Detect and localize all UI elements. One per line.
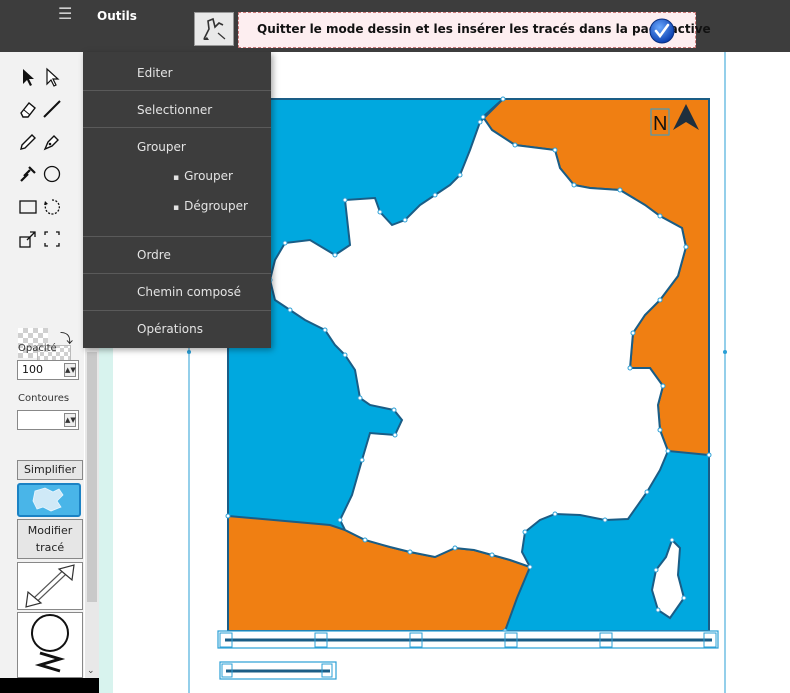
menu-separator <box>83 273 271 274</box>
menu-item-selectionner[interactable]: Selectionner <box>137 103 212 117</box>
double-arrow-icon <box>25 564 75 608</box>
map-thumbnail-icon <box>32 487 64 512</box>
rectangle-icon[interactable] <box>18 197 38 217</box>
pen-icon[interactable] <box>42 132 62 152</box>
scroll-down-icon[interactable]: ⌄ <box>87 666 95 676</box>
status-strip <box>0 678 100 693</box>
scale-bar[interactable] <box>217 630 719 680</box>
opacity-input[interactable]: 100 ▲▼ <box>17 360 79 380</box>
direct-select-icon[interactable] <box>42 67 62 87</box>
contours-input[interactable]: ▲▼ <box>17 410 79 430</box>
opacity-spinner[interactable]: ▲▼ <box>64 363 76 377</box>
modify-label-line1: Modifier <box>27 524 73 537</box>
outils-dropdown-menu: Editer Selectionner Grouper Grouper Dégr… <box>83 52 271 348</box>
scrollbar-thumb[interactable] <box>87 352 97 602</box>
top-bar: ☰ Outils Quitter le mode dessin et les i… <box>0 0 790 52</box>
draw-mode-icon <box>203 17 226 40</box>
shape-tool-button[interactable] <box>17 612 83 678</box>
simplify-button[interactable]: Simplifier <box>17 460 83 480</box>
opacity-label: Opacité <box>18 343 57 354</box>
north-label: N <box>653 113 667 135</box>
menu-separator <box>83 90 271 91</box>
check-circle-icon[interactable] <box>649 18 675 44</box>
eyedropper-icon[interactable] <box>18 164 38 184</box>
opacity-value: 100 <box>22 363 43 376</box>
transform-tool-button[interactable] <box>17 562 83 610</box>
submenu-item-degrouper[interactable]: Dégrouper <box>173 199 248 213</box>
menu-item-editer[interactable]: Editer <box>137 66 173 80</box>
outils-menu[interactable]: Outils <box>97 9 137 23</box>
swap-colors-icon[interactable]: ⤵ <box>60 328 73 347</box>
ellipse-icon[interactable] <box>42 164 62 184</box>
lasso-icon[interactable] <box>42 197 62 217</box>
map-thumbnail-button[interactable] <box>17 483 81 517</box>
menu-item-operations[interactable]: Opérations <box>137 322 203 336</box>
modify-label-line2: tracé <box>35 541 65 554</box>
draw-mode-button[interactable] <box>194 12 234 46</box>
quit-draw-mode-banner[interactable]: Quitter le mode dessin et les insérer le… <box>238 12 711 48</box>
app-window: ☰ Outils Quitter le mode dessin et les i… <box>0 0 790 693</box>
resize-icon[interactable] <box>18 229 38 249</box>
menu-separator <box>83 236 271 237</box>
menu-item-ordre[interactable]: Ordre <box>137 248 171 262</box>
hamburger-icon[interactable]: ☰ <box>58 6 72 22</box>
line-icon[interactable] <box>42 99 62 119</box>
quit-draw-mode-text: Quitter le mode dessin et les insérer le… <box>257 22 711 36</box>
submenu-item-grouper[interactable]: Grouper <box>173 169 233 183</box>
pencil-icon[interactable] <box>18 132 38 152</box>
menu-separator <box>83 310 271 311</box>
menu-separator <box>83 127 271 128</box>
menu-item-grouper[interactable]: Grouper <box>137 140 186 154</box>
marquee-icon[interactable] <box>42 229 62 249</box>
contours-label: Contoures <box>18 393 70 404</box>
eraser-icon[interactable] <box>18 99 38 119</box>
menu-item-chemin-compose[interactable]: Chemin composé <box>137 285 241 299</box>
modify-path-button[interactable]: Modifier tracé <box>17 519 83 559</box>
contours-spinner[interactable]: ▲▼ <box>64 413 76 427</box>
spring-shape-icon <box>31 614 69 673</box>
select-arrow-icon[interactable] <box>18 67 38 87</box>
